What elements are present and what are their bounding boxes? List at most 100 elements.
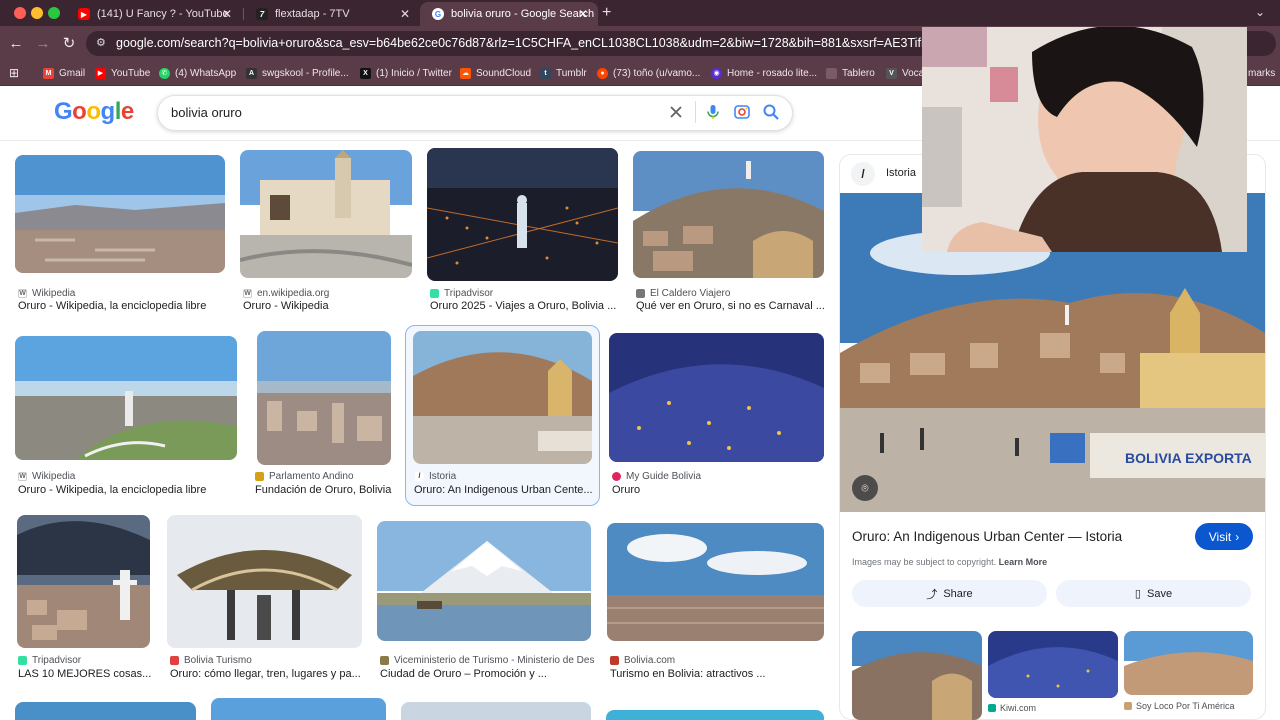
result-image[interactable] [15,336,237,460]
bookmark-gmail[interactable]: M Gmail [43,66,85,80]
result-image[interactable] [211,698,386,720]
close-tab-icon[interactable]: ✕ [222,7,232,21]
result-title[interactable]: Fundación de Oruro, Bolivia [255,484,400,496]
site-icon [1124,702,1132,710]
result-source: Wen.wikipedia.org [243,288,330,299]
related-image[interactable] [988,631,1118,698]
bookmark-rosado[interactable]: ◉ Home - rosado lite... [711,66,817,80]
whatsapp-icon: ✆ [159,67,170,79]
back-arrow-icon[interactable]: ← [6,34,26,54]
new-tab-icon[interactable]: + [602,4,611,22]
bookmark-reddit[interactable]: ● (73) toño (u/vamo... [597,66,700,80]
forward-arrow-icon[interactable]: → [33,34,53,54]
site-icon [636,289,645,298]
close-tab-icon[interactable]: ✕ [400,7,410,21]
bookmark-youtube[interactable]: ▶ YouTube [95,66,150,80]
result-image[interactable] [15,155,225,273]
minimize-window-button[interactable] [31,7,43,19]
tab-7tv[interactable]: 7 flextadap - 7TV ✕ [244,2,420,26]
result-image[interactable] [257,331,391,465]
search-box[interactable] [157,95,793,131]
bookmark-twitter[interactable]: X (1) Inicio / Twitter [360,66,452,80]
result-image[interactable] [606,710,824,720]
google-logo[interactable]: Google [54,98,134,126]
bookmark-label: swgskool - Profile... [262,67,349,79]
bookmark-label: Voca [902,67,925,79]
result-title[interactable]: Oruro 2025 - Viajes a Oruro, Bolivia ... [430,300,620,312]
result-title[interactable]: Turismo en Bolivia: atractivos ... [610,668,824,680]
visit-label: Visit [1208,529,1232,544]
related-image[interactable] [1124,631,1253,695]
svg-text:BOLIVIA EXPORTA: BOLIVIA EXPORTA [1125,450,1252,466]
result-title[interactable]: Oruro - Wikipedia [243,300,413,312]
result-image[interactable] [167,515,362,648]
result-source: El Caldero Viajero [636,288,730,299]
result-title[interactable]: Oruro: cómo llegar, tren, lugares y pa..… [170,668,362,680]
tripadvisor-icon [430,289,439,298]
result-title[interactable]: Ciudad de Oruro – Promoción y ... [380,668,592,680]
close-tab-icon[interactable]: ✕ [578,7,588,21]
bookmark-soundcloud[interactable]: ☁ SoundCloud [460,66,531,80]
visit-button[interactable]: Visit › [1195,523,1253,550]
panel-title[interactable]: Oruro: An Indigenous Urban Center — Isto… [852,529,1122,544]
panel-source[interactable]: Istoria [886,167,916,179]
webcam-overlay [922,27,1247,252]
result-title[interactable]: Oruro - Wikipedia, la enciclopedia libre [18,300,228,312]
bookmark-label: Tablero [842,67,875,79]
result-image[interactable] [609,333,824,462]
result-source: / Istoria [415,471,456,482]
all-bookmarks[interactable]: marks [1248,66,1275,80]
bookmark-tumblr[interactable]: t Tumblr [540,66,587,80]
bookmark-label: marks [1248,67,1276,79]
folder-icon [826,67,837,79]
apps-grid-icon[interactable]: ⊞ [9,66,19,80]
result-image[interactable] [377,521,591,641]
tumblr-icon: t [540,67,551,79]
result-title[interactable]: LAS 10 MEJORES cosas... [18,668,152,680]
close-window-button[interactable] [14,7,26,19]
bookmark-label: Gmail [59,67,86,79]
result-image[interactable] [633,151,824,278]
lens-icon[interactable] [733,103,751,121]
maximize-window-button[interactable] [48,7,60,19]
result-image[interactable] [607,523,824,641]
related-image[interactable] [852,631,982,720]
result-source: Tripadvisor [18,655,81,666]
result-image[interactable] [413,331,592,464]
result-title[interactable]: Oruro: An Indigenous Urban Cente... [414,484,596,496]
result-image[interactable] [401,702,591,720]
learn-more-link[interactable]: Learn More [999,557,1048,567]
bookmark-whatsapp[interactable]: ✆ (4) WhatsApp [159,66,236,80]
tab-youtube[interactable]: ▶ (141) U Fancy ? - YouTube ✕ [66,2,242,26]
search-input[interactable]: bolivia oruro [171,105,242,120]
result-image[interactable] [17,515,150,648]
tripadvisor-icon [18,656,27,665]
bookmark-tablero[interactable]: Tablero [826,66,875,80]
save-button[interactable]: ▯ Save [1056,580,1251,607]
result-image[interactable] [240,150,412,278]
result-title[interactable]: Oruro [612,484,802,496]
site-settings-icon[interactable]: ⚙ [96,31,106,56]
clear-search-icon[interactable] [667,103,685,121]
hillside-town-photo [633,151,824,278]
result-source: W Wikipedia [18,288,76,299]
share-button[interactable]: ⤴ Share [852,580,1047,607]
tab-search-chevron-icon[interactable]: ⌄ [1255,5,1265,19]
bookmark-voca[interactable]: V Voca [886,66,924,80]
cristo-statue-photo [17,515,150,648]
lens-search-icon[interactable]: ⌾ [852,475,878,501]
result-image[interactable] [15,702,196,720]
microphone-icon[interactable] [704,103,722,121]
site-icon [610,656,619,665]
reload-icon[interactable]: ↻ [59,34,79,54]
wikipedia-icon: W [18,472,27,481]
result-image[interactable] [427,148,618,281]
tab-google-search[interactable]: G bolivia oruro - Google Search ✕ [420,2,598,26]
indigenous-urban-center-photo [413,331,592,464]
profile-icon: A [246,67,257,79]
bookmark-swgskool[interactable]: Aswgskool - Profile... [246,66,349,80]
search-icon[interactable] [762,103,780,121]
result-title[interactable]: Qué ver en Oruro, si no es Carnaval ... [636,300,826,312]
result-title[interactable]: Oruro - Wikipedia, la enciclopedia libre [18,484,238,496]
bookmark-icon: ▯ [1134,588,1141,600]
